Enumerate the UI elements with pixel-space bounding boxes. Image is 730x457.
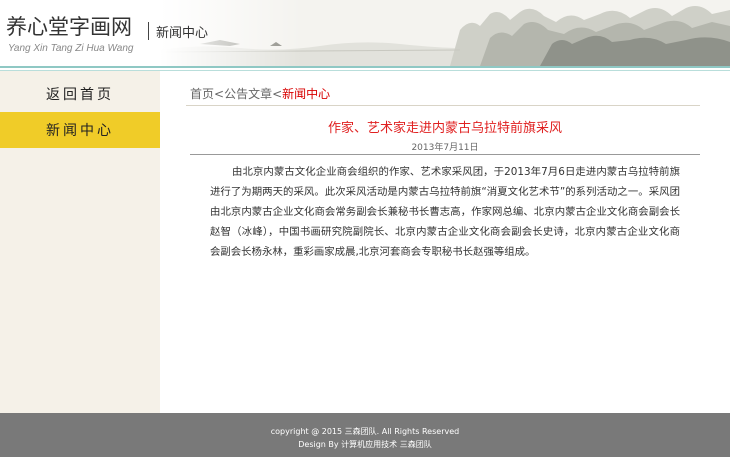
sidebar: 返回首页 新闻中心 [0, 71, 160, 413]
breadcrumb-current: 新闻中心 [282, 87, 331, 101]
header-section-title: 新闻中心 [156, 26, 209, 41]
main-content: 首页<公告文章<新闻中心 作家、艺术家走进内蒙古乌拉特前旗采风 2013年7月1… [160, 71, 730, 413]
site-logo-title: 养心堂字画网 [6, 15, 132, 39]
breadcrumb-separator: < [214, 87, 225, 101]
article-divider [190, 154, 700, 155]
article-body: 由北京内蒙古文化企业商会组织的作家、艺术家采风团，于2013年7月6日走进内蒙古… [210, 162, 680, 262]
footer-copyright: copyright @ 2015 三森团队. All Rights Reserv… [270, 427, 460, 436]
breadcrumb-separator: < [272, 87, 283, 101]
header-rule [0, 66, 730, 68]
site-header: 养心堂字画网 Yang Xin Tang Zi Hua Wang 新闻中心 [0, 0, 730, 66]
landscape-banner-image [160, 0, 730, 66]
breadcrumb-home-link[interactable]: 首页 [190, 87, 214, 101]
site-footer: copyright @ 2015 三森团队. All Rights Reserv… [0, 413, 730, 457]
sidebar-item-home[interactable]: 返回首页 [0, 76, 160, 112]
breadcrumb-divider [186, 105, 700, 106]
sidebar-item-news[interactable]: 新闻中心 [0, 112, 160, 148]
sidebar-item-label: 返回首页 [46, 87, 114, 103]
article-date: 2013年7月11日 [411, 143, 479, 153]
header-divider [148, 22, 149, 40]
site-logo-subtitle: Yang Xin Tang Zi Hua Wang [8, 43, 134, 54]
article-paragraph: 由北京内蒙古文化企业商会组织的作家、艺术家采风团，于2013年7月6日走进内蒙古… [210, 166, 680, 258]
footer-design-credit: Design By 计算机应用技术 三森团队 [298, 440, 432, 449]
breadcrumb: 首页<公告文章<新闻中心 [190, 85, 330, 102]
breadcrumb-category-link[interactable]: 公告文章 [224, 87, 272, 101]
article-title: 作家、艺术家走进内蒙古乌拉特前旗采风 [327, 121, 562, 136]
sidebar-item-label: 新闻中心 [46, 123, 114, 139]
